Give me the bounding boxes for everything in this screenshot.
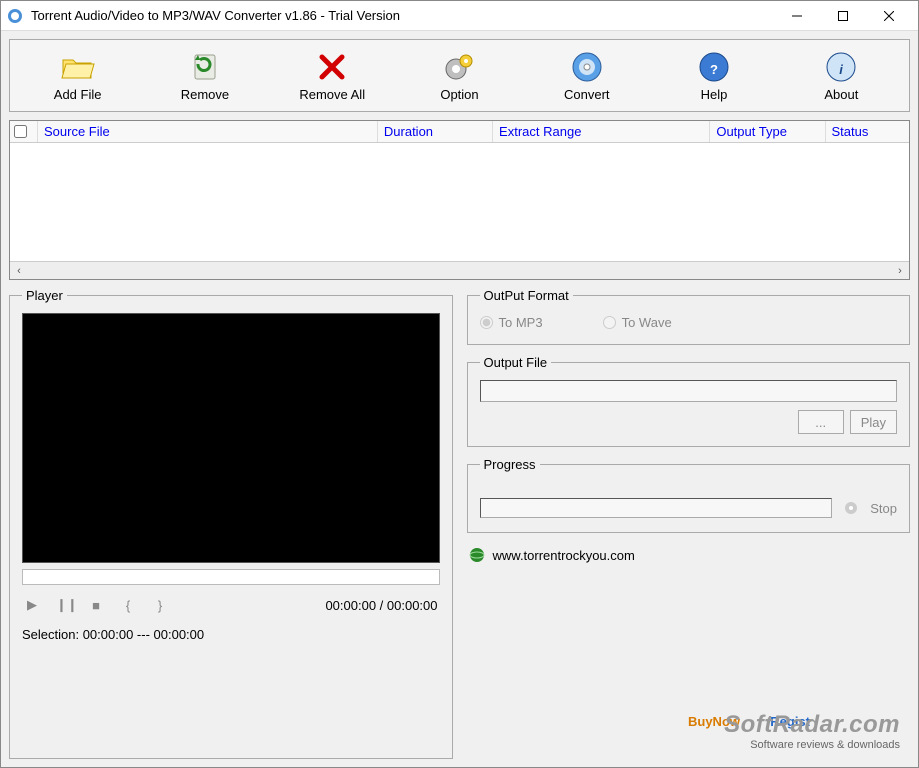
to-wave-radio[interactable]: To Wave bbox=[603, 315, 672, 330]
titlebar: Torrent Audio/Video to MP3/WAV Converter… bbox=[1, 1, 918, 31]
mark-start-button[interactable]: { bbox=[120, 598, 136, 613]
disc-icon bbox=[569, 49, 605, 85]
toolbar-label: Add File bbox=[15, 87, 140, 102]
col-output-type[interactable]: Output Type bbox=[710, 121, 825, 142]
format-radio-group: To MP3 To Wave bbox=[480, 313, 898, 332]
toolbar-label: Convert bbox=[524, 87, 649, 102]
maximize-button[interactable] bbox=[820, 1, 866, 31]
stop-play-button[interactable]: ■ bbox=[88, 598, 104, 613]
toolbar: Add File Remove Remove All Option Conver… bbox=[9, 39, 910, 112]
col-status[interactable]: Status bbox=[826, 121, 910, 142]
globe-icon bbox=[469, 547, 485, 563]
seek-slider[interactable] bbox=[22, 569, 440, 585]
col-duration[interactable]: Duration bbox=[378, 121, 493, 142]
list-header: Source File Duration Extract Range Outpu… bbox=[10, 121, 909, 143]
folder-open-icon bbox=[60, 49, 96, 85]
progress-bar bbox=[480, 498, 833, 518]
progress-legend: Progress bbox=[480, 457, 540, 472]
remove-button[interactable]: Remove bbox=[141, 44, 268, 107]
horizontal-scrollbar[interactable]: ‹ › bbox=[10, 261, 909, 279]
help-icon: ? bbox=[696, 49, 732, 85]
app-window: Torrent Audio/Video to MP3/WAV Converter… bbox=[0, 0, 919, 768]
gear-icon bbox=[441, 49, 477, 85]
list-body[interactable] bbox=[10, 143, 909, 261]
window-title: Torrent Audio/Video to MP3/WAV Converter… bbox=[31, 8, 774, 23]
toolbar-label: Help bbox=[651, 87, 776, 102]
minimize-button[interactable] bbox=[774, 1, 820, 31]
option-button[interactable]: Option bbox=[396, 44, 523, 107]
player-controls: ▶ ❙❙ ■ { } 00:00:00 / 00:00:00 bbox=[22, 591, 440, 619]
play-button[interactable]: ▶ bbox=[24, 597, 40, 613]
remove-all-button[interactable]: Remove All bbox=[269, 44, 396, 107]
recycle-icon bbox=[187, 49, 223, 85]
col-source-file[interactable]: Source File bbox=[38, 121, 378, 142]
progress-fieldset: Progress Stop bbox=[467, 457, 911, 533]
video-preview[interactable] bbox=[22, 313, 440, 563]
gear-small-icon bbox=[842, 499, 860, 517]
toolbar-label: About bbox=[779, 87, 904, 102]
watermark-brand: SoftRadar.com bbox=[724, 711, 900, 739]
register-link[interactable]: Regist bbox=[770, 714, 810, 729]
toolbar-label: Option bbox=[397, 87, 522, 102]
file-list: Source File Duration Extract Range Outpu… bbox=[9, 120, 910, 280]
player-time: 00:00:00 / 00:00:00 bbox=[325, 598, 437, 613]
watermark: SoftRadar.com Software reviews & downloa… bbox=[724, 711, 900, 751]
footer: www.torrentrockyou.com bbox=[467, 543, 911, 563]
watermark-sub: Software reviews & downloads bbox=[724, 739, 900, 751]
play-output-button[interactable]: Play bbox=[850, 410, 897, 434]
output-file-legend: Output File bbox=[480, 355, 552, 370]
right-panel: OutPut Format To MP3 To Wave Output File… bbox=[467, 288, 911, 759]
x-icon bbox=[314, 49, 350, 85]
buynow-link[interactable]: BuyNow bbox=[688, 714, 740, 729]
add-file-button[interactable]: Add File bbox=[14, 44, 141, 107]
scroll-right-button[interactable]: › bbox=[891, 262, 909, 280]
content-area: Add File Remove Remove All Option Conver… bbox=[1, 31, 918, 767]
browse-button[interactable]: ... bbox=[798, 410, 844, 434]
app-icon bbox=[7, 8, 23, 24]
close-button[interactable] bbox=[866, 1, 912, 31]
svg-text:?: ? bbox=[710, 62, 718, 77]
mark-end-button[interactable]: } bbox=[152, 598, 168, 613]
output-format-legend: OutPut Format bbox=[480, 288, 573, 303]
about-button[interactable]: i About bbox=[778, 44, 905, 107]
stop-button[interactable]: Stop bbox=[870, 496, 897, 520]
player-fieldset: Player ▶ ❙❙ ■ { } 00:00:00 / 00:00:00 Se… bbox=[9, 288, 453, 759]
output-format-fieldset: OutPut Format To MP3 To Wave bbox=[467, 288, 911, 345]
convert-button[interactable]: Convert bbox=[523, 44, 650, 107]
lower-panels: Player ▶ ❙❙ ■ { } 00:00:00 / 00:00:00 Se… bbox=[9, 288, 910, 759]
output-path-input[interactable] bbox=[480, 380, 898, 402]
toolbar-label: Remove All bbox=[270, 87, 395, 102]
pause-button[interactable]: ❙❙ bbox=[56, 597, 72, 613]
info-icon: i bbox=[823, 49, 859, 85]
to-mp3-radio[interactable]: To MP3 bbox=[480, 315, 543, 330]
player-legend: Player bbox=[22, 288, 67, 303]
select-all-checkbox[interactable] bbox=[10, 121, 38, 142]
col-extract-range[interactable]: Extract Range bbox=[493, 121, 710, 142]
scroll-left-button[interactable]: ‹ bbox=[10, 262, 28, 280]
website-link[interactable]: www.torrentrockyou.com bbox=[493, 548, 635, 563]
svg-text:i: i bbox=[840, 62, 844, 77]
help-button[interactable]: ? Help bbox=[650, 44, 777, 107]
output-file-fieldset: Output File ... Play bbox=[467, 355, 911, 447]
selection-text: Selection: 00:00:00 --- 00:00:00 bbox=[22, 627, 440, 642]
toolbar-label: Remove bbox=[142, 87, 267, 102]
player-panel: Player ▶ ❙❙ ■ { } 00:00:00 / 00:00:00 Se… bbox=[9, 288, 453, 759]
